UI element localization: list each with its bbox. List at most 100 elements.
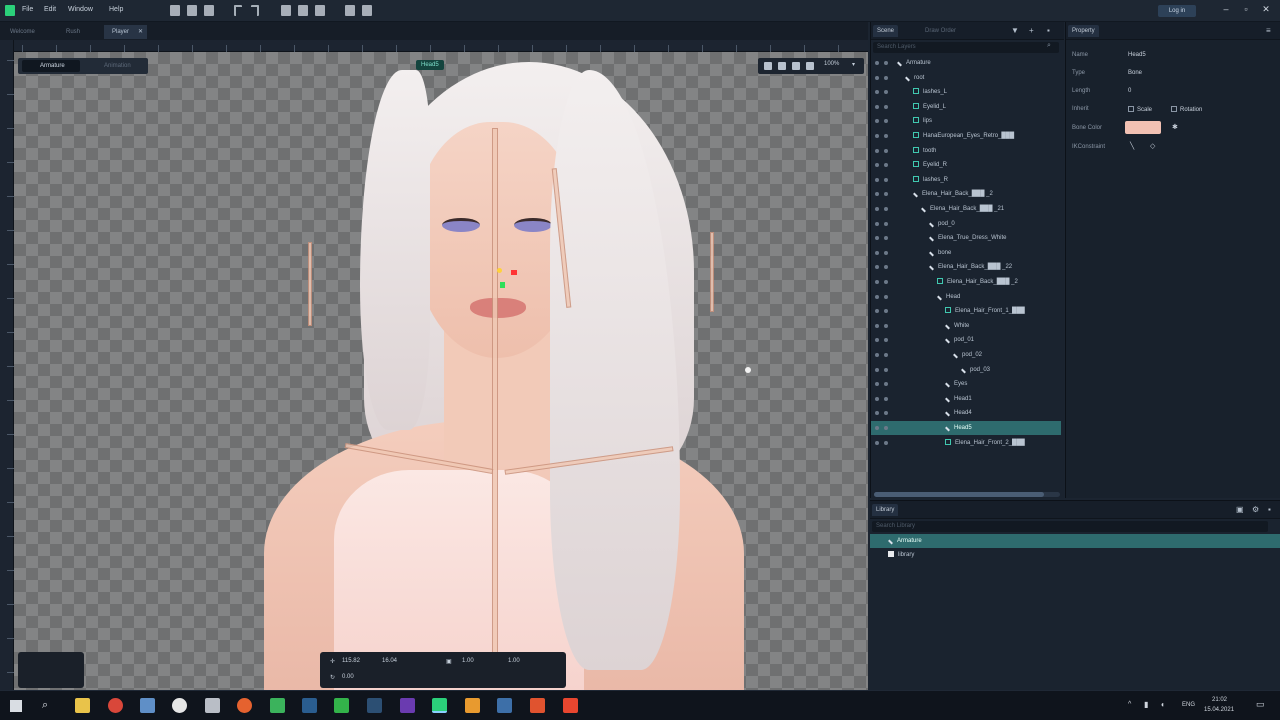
visibility-icon[interactable] (875, 353, 879, 357)
inherit-scale-checkbox[interactable]: Scale (1128, 106, 1152, 113)
visibility-icon[interactable] (875, 104, 879, 109)
library-search-input[interactable]: Search Library (872, 521, 1268, 532)
language-indicator[interactable]: ENG (1182, 702, 1195, 708)
library-item-armature[interactable]: Armature (870, 534, 1280, 548)
lock-icon[interactable] (884, 192, 888, 197)
lock-icon[interactable] (884, 396, 888, 401)
lock-icon[interactable] (884, 265, 888, 270)
import-library-icon[interactable]: ▣ (1236, 505, 1244, 514)
scene-tree-row[interactable]: Head (871, 290, 1061, 304)
inherit-rotation-checkbox[interactable]: Rotation (1171, 106, 1202, 113)
app-icon[interactable] (205, 698, 220, 713)
menu-edit[interactable]: Edit (44, 6, 56, 13)
app-icon[interactable] (172, 698, 187, 713)
visibility-icon[interactable] (875, 192, 879, 197)
add-icon[interactable]: + (1029, 26, 1034, 35)
lock-icon[interactable] (884, 280, 888, 284)
menu-window[interactable]: Window (68, 6, 93, 13)
app-icon[interactable] (400, 698, 415, 713)
scene-tree-row[interactable]: lashes_R (871, 173, 1061, 187)
lock-icon[interactable] (884, 177, 888, 182)
visibility-icon[interactable] (875, 163, 879, 168)
app-icon[interactable] (140, 698, 155, 713)
lock-icon[interactable] (884, 426, 888, 430)
lock-icon[interactable] (884, 236, 888, 241)
maximize-icon[interactable]: ▫ (1241, 4, 1251, 14)
save-icon[interactable] (204, 5, 214, 16)
app-icon[interactable] (334, 698, 349, 713)
visibility-icon[interactable] (875, 309, 879, 314)
clock-time[interactable]: 21:02 (1212, 697, 1227, 703)
visibility-icon[interactable] (875, 426, 879, 430)
tab-welcome[interactable]: Welcome (2, 25, 43, 39)
explorer-icon[interactable] (75, 698, 90, 713)
grid-icon[interactable] (778, 62, 786, 70)
animation-mode-button[interactable]: Animation (90, 60, 131, 72)
scene-tree-row[interactable]: Elena_Hair_Back_███ _21 (871, 202, 1061, 216)
import-icon[interactable] (281, 5, 291, 16)
visibility-icon[interactable] (875, 134, 879, 138)
gizmo-y-axis-icon[interactable] (500, 282, 505, 288)
notifications-icon[interactable]: ▭ (1256, 699, 1265, 710)
preview-icon[interactable] (345, 5, 355, 16)
visibility-icon[interactable] (875, 207, 879, 211)
scene-tree-row[interactable]: pod_01 (871, 333, 1061, 347)
right-hair-strand-bone[interactable] (710, 232, 714, 312)
visibility-icon[interactable] (875, 440, 879, 445)
visibility-icon[interactable] (875, 396, 879, 401)
close-icon[interactable]: ✕ (1261, 4, 1271, 14)
chrome-icon[interactable] (108, 698, 123, 713)
lock-icon[interactable] (884, 163, 888, 168)
camera-icon[interactable] (792, 62, 800, 70)
visibility-icon[interactable] (875, 148, 879, 153)
minimize-icon[interactable]: – (1221, 4, 1231, 14)
publish-icon[interactable] (315, 5, 325, 16)
app-icon[interactable] (465, 698, 480, 713)
pan-icon[interactable] (764, 62, 772, 70)
menu-help[interactable]: Help (109, 6, 123, 13)
visibility-icon[interactable] (875, 250, 879, 255)
login-button[interactable]: Log in (1158, 5, 1196, 17)
scene-tree-row[interactable]: Armature (871, 56, 1061, 70)
delete-icon[interactable]: ▪ (1047, 26, 1050, 35)
app-icon[interactable] (237, 698, 252, 713)
app-icon[interactable] (270, 698, 285, 713)
visibility-icon[interactable] (875, 75, 879, 80)
tray-arrow-icon[interactable]: ^ (1128, 701, 1131, 708)
navigation-pad[interactable] (18, 652, 84, 688)
spine-bone[interactable] (492, 128, 498, 688)
visibility-icon[interactable] (875, 382, 879, 387)
scene-tree-row[interactable]: Eyes (871, 377, 1061, 391)
position-y-field[interactable]: 16.04 (382, 658, 397, 664)
scene-tree-row[interactable]: Head1 (871, 392, 1061, 406)
visibility-icon[interactable] (875, 367, 879, 372)
lock-icon[interactable] (884, 148, 888, 153)
scene-tree-row[interactable]: pod_02 (871, 348, 1061, 362)
visibility-icon[interactable] (875, 411, 879, 416)
lock-icon[interactable] (884, 309, 888, 314)
tab-scene[interactable]: Scene (873, 25, 899, 37)
scene-tree-row[interactable]: lashes_L (871, 85, 1061, 99)
tab-draw-order[interactable]: Draw Order (921, 25, 960, 37)
redo-icon[interactable] (251, 5, 259, 16)
scene-search-input[interactable]: Search Layers (873, 42, 1059, 53)
color-picker-icon[interactable]: ✱ (1172, 123, 1178, 131)
export-icon[interactable] (298, 5, 308, 16)
length-field[interactable]: 0 (1128, 88, 1131, 94)
clock-date[interactable]: 15.04.2021 (1204, 707, 1234, 713)
scene-tree-row[interactable]: Elena_Hair_Back_███ _2 (871, 187, 1061, 201)
filter-icon[interactable]: ▼ (1011, 26, 1019, 35)
open-file-icon[interactable] (187, 5, 197, 16)
gizmo-x-axis-icon[interactable] (511, 270, 517, 275)
visibility-icon[interactable] (875, 294, 879, 299)
panel-menu-icon[interactable]: ≡ (1266, 26, 1271, 35)
fit-icon[interactable] (806, 62, 814, 70)
undo-icon[interactable] (234, 5, 242, 16)
scene-tree-row[interactable]: HanaEuropean_Eyes_Retro_███ (871, 129, 1061, 143)
lock-icon[interactable] (884, 382, 888, 387)
name-field[interactable]: Head5 (1128, 52, 1146, 58)
tab-property[interactable]: Property (1068, 25, 1099, 37)
visibility-icon[interactable] (875, 236, 879, 241)
lock-icon[interactable] (884, 134, 888, 138)
lock-icon[interactable] (884, 353, 888, 357)
